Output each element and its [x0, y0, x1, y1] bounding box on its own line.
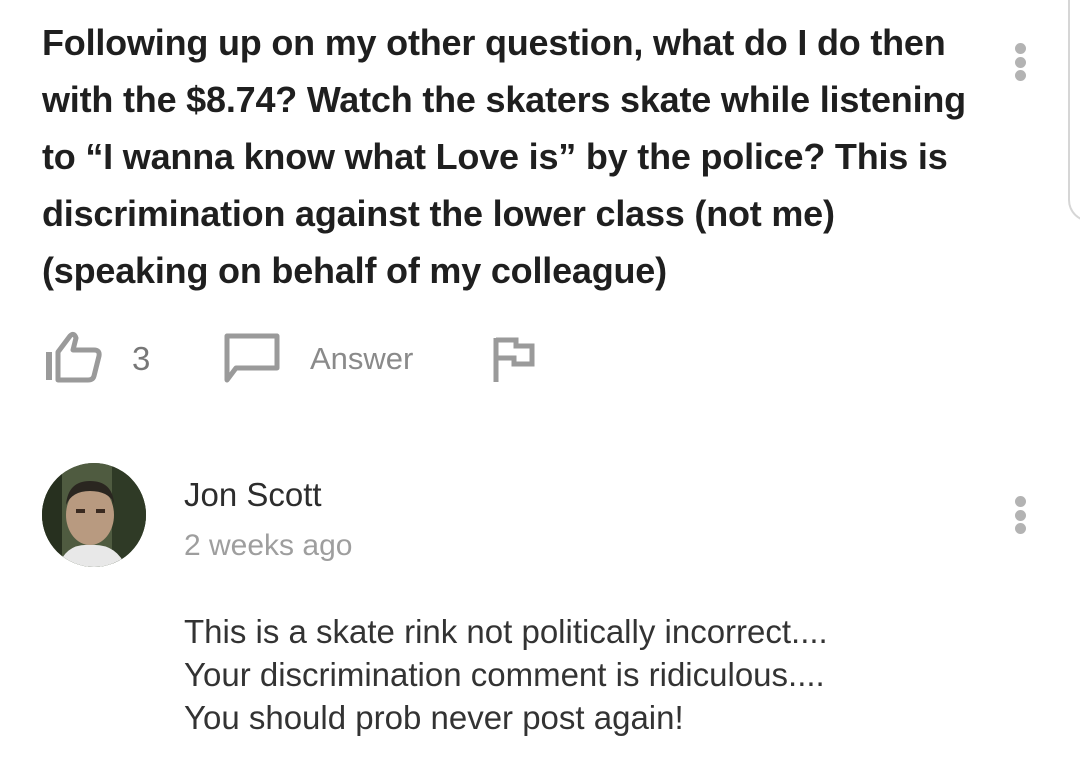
- comment-more-button[interactable]: [1005, 493, 1035, 537]
- question-more-button[interactable]: [1005, 40, 1035, 84]
- answer-label[interactable]: Answer: [310, 341, 413, 377]
- answer-button[interactable]: [222, 330, 282, 386]
- like-button[interactable]: [42, 330, 106, 386]
- comment-bubble-icon: [224, 333, 280, 383]
- screen-edge: [1068, 0, 1080, 222]
- like-count: 3: [132, 340, 151, 377]
- question-text: Following up on my other question, what …: [42, 22, 966, 291]
- flag-icon: [493, 337, 535, 382]
- comment-body: This is a skate rink not politically inc…: [184, 610, 1004, 739]
- comment-line: This is a skate rink not politically inc…: [184, 613, 828, 650]
- profile-photo: [42, 463, 146, 567]
- more-vert-icon: [1014, 43, 1026, 54]
- comment-author[interactable]: Jon Scott: [184, 476, 322, 514]
- comment-timestamp: 2 weeks ago: [184, 529, 353, 562]
- more-vert-icon: [1014, 496, 1026, 507]
- comment-line: You should prob never post again!: [184, 699, 684, 736]
- report-button[interactable]: [490, 330, 540, 391]
- comment-line: Your discrimination comment is ridiculou…: [184, 656, 825, 693]
- avatar[interactable]: [42, 463, 146, 567]
- thumbs-up-icon: [46, 331, 102, 383]
